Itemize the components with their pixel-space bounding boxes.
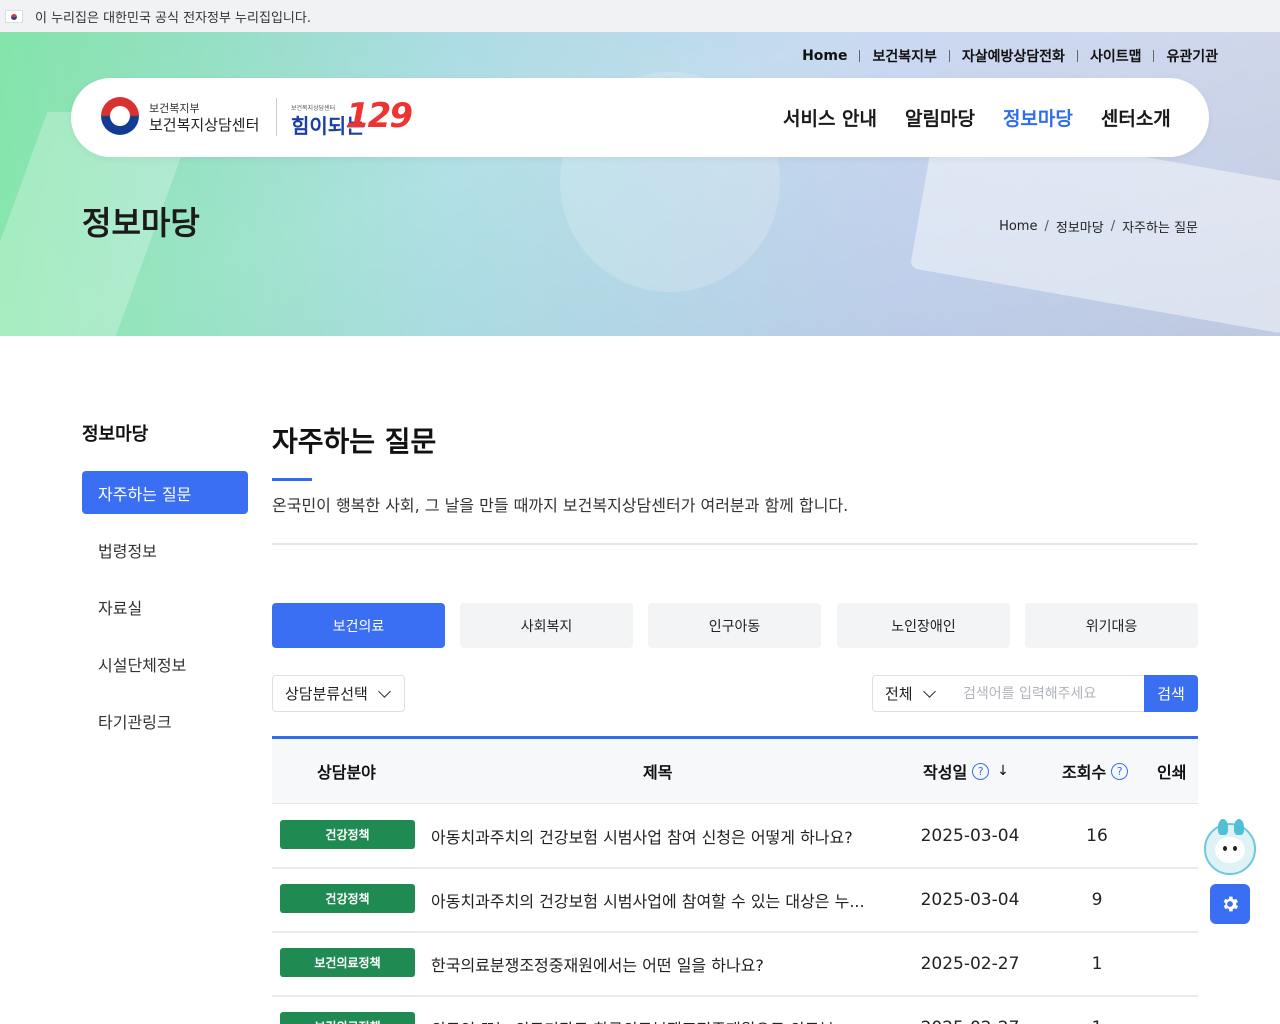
category-badge: 보건의료정책 (280, 1012, 415, 1024)
utility-nav: Home 보건복지부 자살예방상담전화 사이트맵 유관기관 (802, 46, 1218, 66)
sidebar-item-faq[interactable]: 자주하는 질문 (82, 471, 248, 514)
row-date: 2025-03-04 (920, 889, 1020, 910)
table-header: 상담분야 제목 작성일 ? ↓ 조회수 ? 인쇄 (272, 739, 1198, 804)
breadcrumb: Home / 정보마당 / 자주하는 질문 (999, 217, 1198, 236)
global-nav: 서비스 안내 알림마당 정보마당 센터소개 (783, 104, 1171, 131)
header-title: 제목 (643, 763, 673, 782)
row-date: 2025-02-27 (920, 953, 1020, 974)
gnb-service[interactable]: 서비스 안내 (783, 104, 877, 131)
ministry-logo-icon[interactable] (101, 97, 139, 135)
table-row[interactable]: 보건의료정책 의료인 또는 의료기관도 한국의료분쟁조정중재원으로 의료분...… (272, 996, 1198, 1024)
search-input[interactable] (951, 675, 1145, 712)
row-views: 1 (1052, 996, 1142, 1024)
header-field: 상담분야 (317, 763, 376, 782)
row-views: 1 (1091, 953, 1103, 974)
tab-elderly-disabled[interactable]: 노인장애인 (837, 603, 1010, 648)
row-views: 16 (1086, 825, 1108, 846)
classification-select[interactable]: 상담분류선택 (272, 675, 405, 712)
gnb-about[interactable]: 센터소개 (1101, 104, 1171, 131)
tab-children[interactable]: 인구아동 (648, 603, 821, 648)
table-row[interactable]: 건강정책 아동치과주치의 건강보험 시범사업 참여 신청은 어떻게 하나요? 2… (272, 804, 1198, 869)
sidebar-item-law[interactable]: 법령정보 (82, 528, 248, 571)
table-row[interactable]: 건강정책 아동치과주치의 건강보험 시범사업에 참여할 수 있는 대상은 누..… (272, 868, 1198, 933)
taegeuk-flag-icon (5, 9, 23, 23)
help-circle-icon[interactable]: ? (972, 762, 990, 780)
chatbot-icon[interactable] (1204, 819, 1256, 875)
util-link-home[interactable]: Home (802, 48, 847, 64)
row-title[interactable]: 아동치과주치의 건강보험 시범사업 참여 신청은 어떻게 하나요? (431, 804, 891, 867)
help-circle-icon[interactable]: ? (1111, 762, 1129, 780)
breadcrumb-current: 자주하는 질문 (1122, 221, 1198, 236)
category-badge: 건강정책 (280, 884, 415, 913)
row-views: 9 (1091, 889, 1103, 910)
logo-center[interactable]: 보건복지상담센터 (149, 114, 259, 135)
table-row[interactable]: 보건의료정책 한국의료분쟁조정중재원에서는 어떤 일을 하나요? 2025-02… (272, 932, 1198, 997)
row-date: 2025-02-27 (912, 996, 1028, 1024)
tab-crisis[interactable]: 위기대응 (1025, 603, 1198, 648)
sidebar-item-links[interactable]: 타기관링크 (82, 699, 248, 742)
util-link-related-orgs[interactable]: 유관기관 (1166, 46, 1218, 66)
category-badge: 건강정책 (280, 820, 415, 849)
breadcrumb-info[interactable]: 정보마당 (1056, 217, 1104, 236)
tab-health[interactable]: 보건의료 (272, 603, 445, 648)
sort-down-icon[interactable]: ↓ (997, 763, 1009, 779)
header-date[interactable]: 작성일 ? ↓ (923, 739, 1009, 803)
sidebar-item-facilities[interactable]: 시설단체정보 (82, 642, 248, 685)
page-description: 온국민이 행복한 사회, 그 날을 만들 때까지 보건복지상담센터가 여러분과 … (272, 496, 849, 515)
page-title: 자주하는 질문 (272, 425, 437, 458)
scope-select[interactable]: 전체 (872, 675, 952, 712)
util-link-sitemap[interactable]: 사이트맵 (1090, 46, 1142, 66)
main-header: 보건복지부 보건복지상담센터 보건복지상담센터 힘이되는 129 서비스 안내 … (71, 78, 1209, 157)
tab-welfare[interactable]: 사회복지 (460, 603, 633, 648)
header-views: 조회수 ? (1062, 739, 1129, 803)
row-title[interactable]: 의료인 또는 의료기관도 한국의료분쟁조정중재원으로 의료분... (431, 996, 891, 1024)
gov-banner-text: 이 누리집은 대한민국 공식 전자정부 누리집입니다. (35, 10, 311, 26)
search-button[interactable]: 검색 (1144, 675, 1198, 712)
hero-title: 정보마당 (82, 204, 200, 242)
row-title[interactable]: 한국의료분쟁조정중재원에서는 어떤 일을 하나요? (431, 932, 891, 995)
row-title[interactable]: 아동치과주치의 건강보험 시범사업에 참여할 수 있는 대상은 누... (431, 868, 891, 931)
chevron-down-icon (922, 685, 936, 698)
category-badge: 보건의료정책 (280, 948, 415, 977)
gov-banner: 이 누리집은 대한민국 공식 전자정부 누리집입니다. (0, 0, 1280, 32)
sidebar-title: 정보마당 (82, 424, 149, 445)
header-print: 인쇄 (1157, 763, 1187, 782)
gnb-info[interactable]: 정보마당 (1003, 104, 1073, 131)
settings-button[interactable] (1210, 884, 1250, 924)
gear-icon (1223, 896, 1239, 912)
row-date: 2025-03-04 (920, 825, 1020, 846)
chevron-down-icon (377, 685, 391, 698)
brand-129-logo[interactable]: 129 (346, 96, 413, 136)
util-link-ministry[interactable]: 보건복지부 (872, 46, 936, 66)
util-link-suicide-hotline[interactable]: 자살예방상담전화 (962, 46, 1065, 66)
breadcrumb-home[interactable]: Home (999, 219, 1037, 234)
sidebar-item-archive[interactable]: 자료실 (82, 585, 248, 628)
gnb-notice[interactable]: 알림마당 (905, 104, 975, 131)
